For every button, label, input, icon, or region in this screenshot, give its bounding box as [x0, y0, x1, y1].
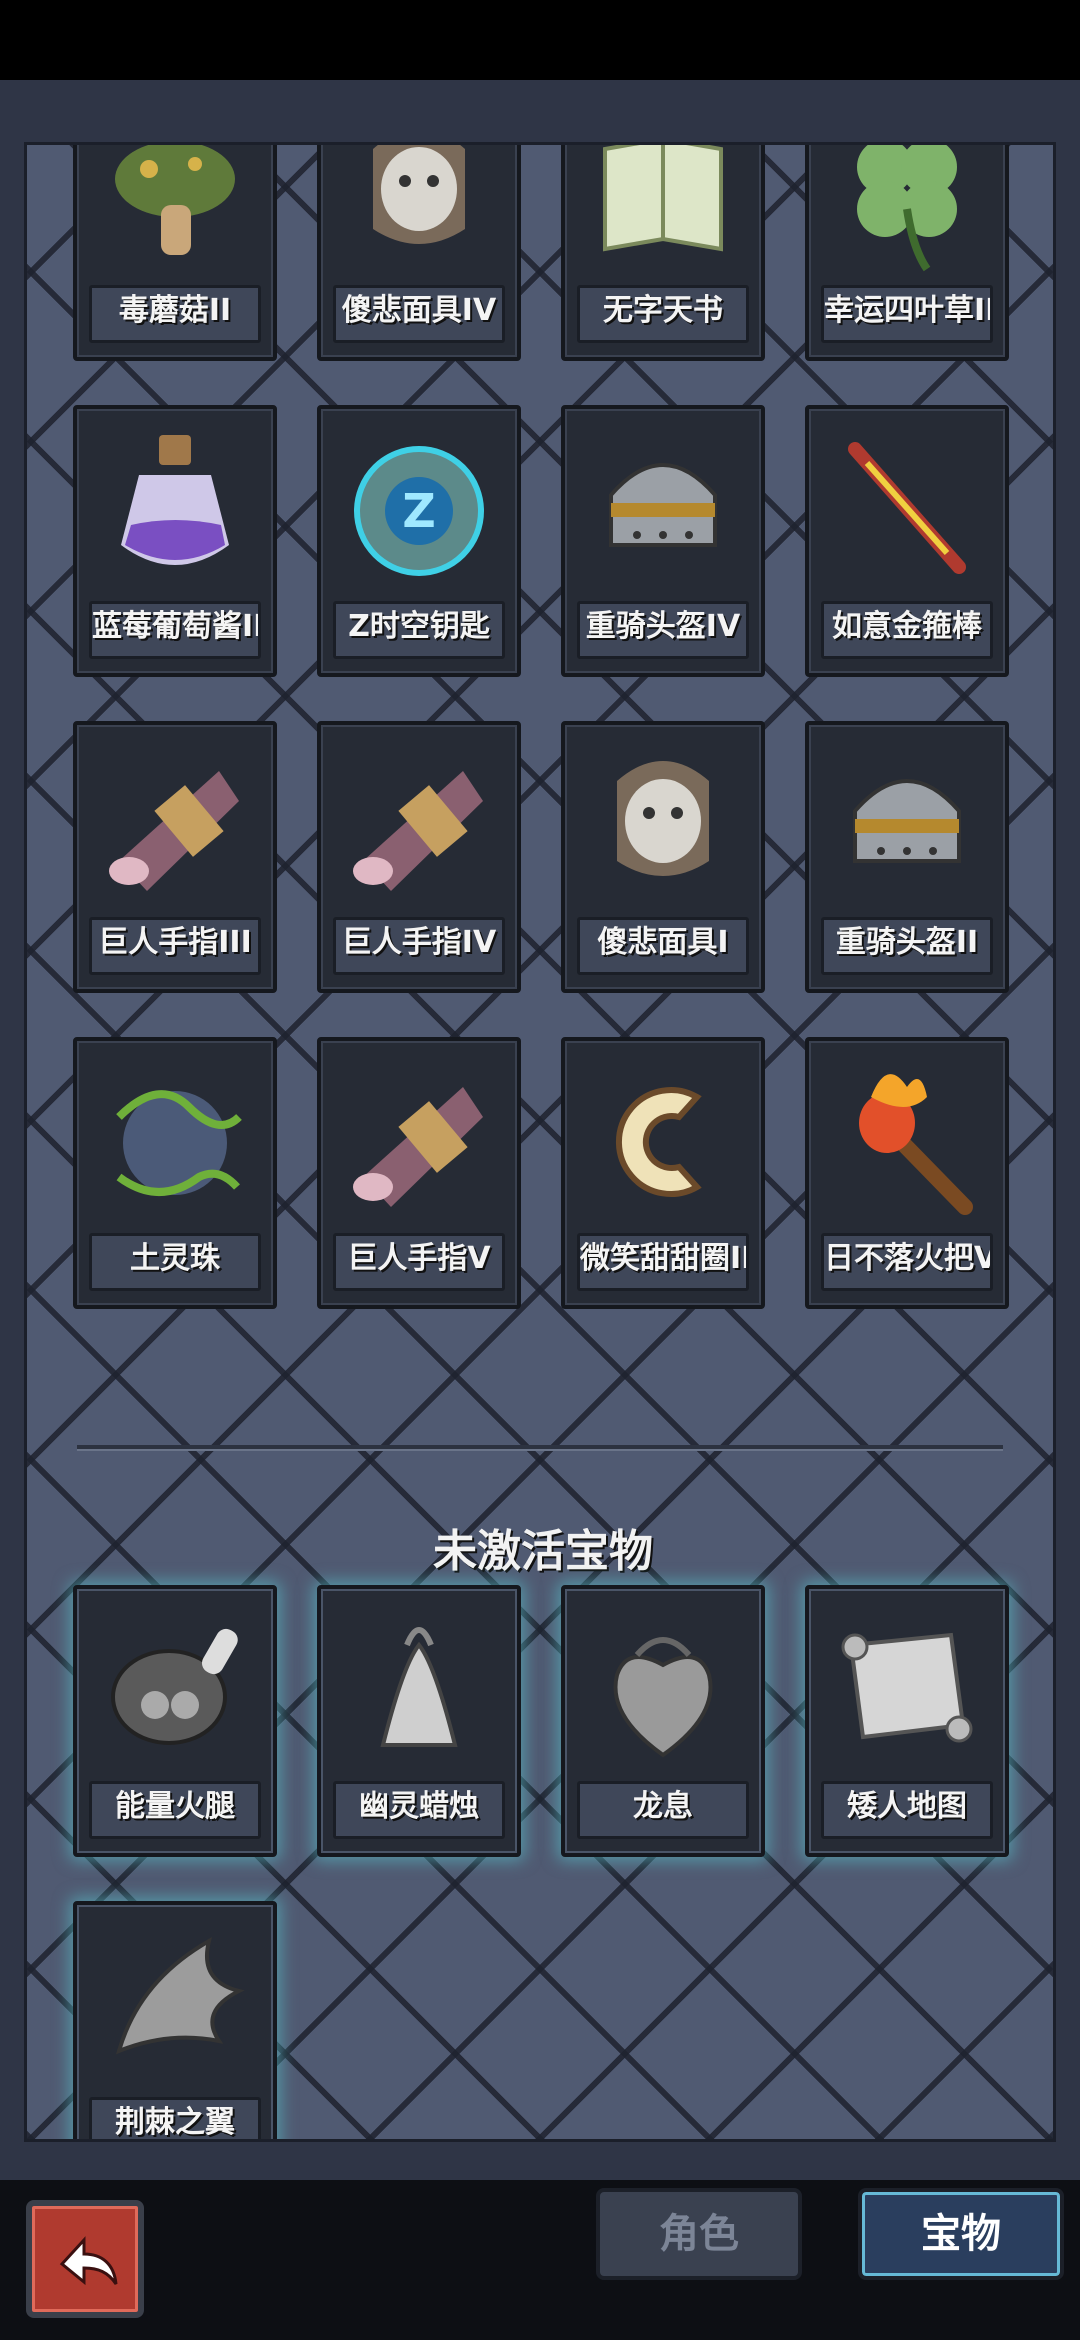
- treasure-label: 矮人地图: [821, 1781, 993, 1839]
- earth-orb-icon: [116, 1090, 242, 1196]
- treasure-card[interactable]: 幸运四叶草II: [805, 145, 1009, 361]
- golden-staff-icon: [848, 442, 966, 574]
- treasure-label: 幽灵蜡烛: [333, 1781, 505, 1839]
- treasure-card[interactable]: 如意金箍棒: [805, 405, 1009, 677]
- back-button[interactable]: [26, 2200, 144, 2318]
- treasure-label: 日不落火把V: [821, 1233, 993, 1291]
- treasure-label: 巨人手指V: [333, 1233, 505, 1291]
- ghost-candle-icon: [380, 1627, 458, 1747]
- treasure-label: 能量火腿: [89, 1781, 261, 1839]
- four-leaf-clover-icon: [857, 145, 957, 272]
- dragon-heart-icon: [613, 1637, 713, 1758]
- scroll-map-icon: [841, 1632, 973, 1743]
- knight-helmet-icon: [609, 463, 717, 547]
- treasure-label: 傻悲面具I: [577, 917, 749, 975]
- svg-text:Z: Z: [402, 484, 435, 538]
- z-orb-icon: Z: [354, 446, 484, 576]
- treasure-label: 微笑甜甜圈II: [577, 1233, 749, 1291]
- inactive-section-title: 未激活宝物: [433, 1526, 653, 1577]
- treasure-label: 龙息: [577, 1781, 749, 1839]
- back-arrow-icon: [59, 2236, 118, 2286]
- treasure-card[interactable]: 巨人手指III: [73, 721, 277, 993]
- treasure-card[interactable]: 重骑头盔II: [805, 721, 1009, 993]
- treasure-card[interactable]: 蓝莓葡萄酱II: [73, 405, 277, 677]
- section-divider: [77, 1445, 1003, 1451]
- poison-mushroom-icon: [115, 145, 235, 255]
- treasure-label: 如意金箍棒: [821, 601, 993, 659]
- thorn-wing-icon: [115, 1936, 245, 2055]
- treasure-label: 蓝莓葡萄酱II: [89, 601, 261, 659]
- inactive-treasure-card[interactable]: 矮人地图: [805, 1585, 1009, 1857]
- treasure-card[interactable]: 日不落火把V: [805, 1037, 1009, 1309]
- treasure-label: Z时空钥匙: [333, 601, 505, 659]
- treasure-label: 巨人手指IV: [333, 917, 505, 975]
- blank-book-icon: [603, 145, 723, 252]
- status-bar: [0, 0, 1080, 80]
- bottom-nav: 角色 宝物: [0, 2180, 1080, 2340]
- purple-potion-icon: [121, 435, 229, 565]
- giant-finger-icon: [353, 1087, 483, 1207]
- ham-icon: [111, 1628, 238, 1745]
- treasure-card[interactable]: 巨人手指V: [317, 1037, 521, 1309]
- treasure-card[interactable]: 微笑甜甜圈II: [561, 1037, 765, 1309]
- inactive-treasure-card[interactable]: 荆棘之翼: [73, 1901, 277, 2139]
- treasure-card[interactable]: 傻悲面具I: [561, 721, 765, 993]
- torch-icon: [859, 1074, 973, 1215]
- treasure-label: 巨人手指III: [89, 917, 261, 975]
- treasure-label: 土灵珠: [89, 1233, 261, 1291]
- treasure-card[interactable]: 巨人手指IV: [317, 721, 521, 993]
- inactive-treasure-card[interactable]: 龙息: [561, 1585, 765, 1857]
- treasure-label: 荆棘之翼: [89, 2097, 261, 2139]
- treasure-label: 毒蘑菇II: [89, 285, 261, 343]
- giant-finger-icon: [353, 771, 483, 891]
- tab-role[interactable]: 角色: [596, 2188, 802, 2280]
- treasure-frame: 毒蘑菇II 傻悲面具IV 无字天书 幸运四叶草II 蓝莓葡萄酱II Z Z时空钥匙 重骑头盔I…: [0, 80, 1080, 2180]
- treasure-label: 重骑头盔II: [821, 917, 993, 975]
- treasure-card[interactable]: 毒蘑菇II: [73, 145, 277, 361]
- inactive-treasure-card[interactable]: 能量火腿: [73, 1585, 277, 1857]
- treasure-label: 傻悲面具IV: [333, 285, 505, 343]
- giant-finger-icon: [109, 771, 239, 891]
- knight-helmet-icon: [853, 779, 961, 863]
- sad-mask-icon: [373, 145, 465, 244]
- treasure-card[interactable]: 土灵珠: [73, 1037, 277, 1309]
- treasure-card[interactable]: 无字天书: [561, 145, 765, 361]
- treasure-card[interactable]: Z Z时空钥匙: [317, 405, 521, 677]
- sad-mask-icon: [617, 761, 709, 876]
- donut-icon: [616, 1087, 702, 1197]
- treasure-label: 幸运四叶草II: [821, 285, 993, 343]
- treasure-panel[interactable]: 毒蘑菇II 傻悲面具IV 无字天书 幸运四叶草II 蓝莓葡萄酱II Z Z时空钥匙 重骑头盔I…: [24, 142, 1056, 2142]
- treasure-card[interactable]: 重骑头盔IV: [561, 405, 765, 677]
- treasure-card[interactable]: 傻悲面具IV: [317, 145, 521, 361]
- tab-treasure[interactable]: 宝物: [858, 2188, 1064, 2280]
- inactive-treasure-card[interactable]: 幽灵蜡烛: [317, 1585, 521, 1857]
- treasure-label: 重骑头盔IV: [577, 601, 749, 659]
- treasure-label: 无字天书: [577, 285, 749, 343]
